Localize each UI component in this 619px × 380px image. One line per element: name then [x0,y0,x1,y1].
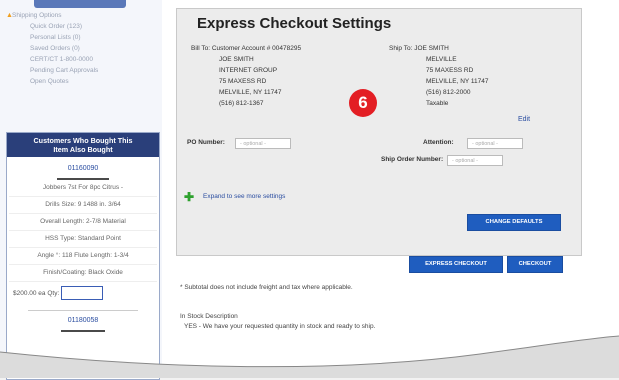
expand-settings-link[interactable]: Expand to see more settings [203,193,285,200]
change-defaults-button[interactable]: CHANGE DEFAULTS [467,214,561,231]
spec-line: Overall Length: 2-7/8 Material [9,214,157,231]
bill-to-block: Bill To: Customer Account # 00478295 [191,43,301,54]
sidebar-item-saved-orders[interactable]: Saved Orders (0) [6,43,158,54]
price-row: $200.00 ea Qty: [7,282,159,304]
sidebar-item-label: Personal Lists (0) [30,34,81,41]
bill-to-city: MELVILLE, NY 11747 [219,89,282,96]
subtotal-note: * Subtotal does not include freight and … [180,284,353,291]
sidebar-item-open-quotes[interactable]: Open Quotes [6,76,158,87]
product-specs: Jobbers 7st For 8pc Citrus - Drills Size… [7,180,159,282]
price: $200.00 ea [13,289,46,297]
bill-to-name: JOE SMITH [219,56,254,63]
product-link-1[interactable]: 01160090 [7,165,159,172]
left-sidebar: ▲ Shipping Options Quick Order (123) Pers… [0,0,162,380]
bill-to-label: Bill To: [191,45,211,52]
page-title: Express Checkout Settings [197,15,392,32]
express-checkout-button[interactable]: EXPRESS CHECKOUT [409,256,503,273]
bill-to-phone: (516) 812-1367 [219,100,264,107]
sidebar-item-personal-lists[interactable]: Personal Lists (0) [6,32,158,43]
spec-line: Angle °: 118 Flute Length: 1-3/4 [9,248,157,265]
in-stock-title: In Stock Description [180,313,238,320]
sidebar-item-quick-order[interactable]: Quick Order (123) [6,21,158,32]
sidebar-top-tab[interactable] [34,0,126,8]
panel-heading: Customers Who Bought This Item Also Boug… [7,133,159,157]
ship-order-number-label: Ship Order Number: [381,156,444,163]
expand-plus-icon[interactable]: ✚ [184,190,194,204]
po-number-label: PO Number: [187,139,225,146]
sidebar-item-pending-approvals[interactable]: Pending Cart Approvals [6,65,158,76]
ship-order-number-input[interactable]: - optional - [447,155,503,166]
ship-to-taxable: Taxable [426,100,449,107]
sidebar-item-cert[interactable]: CERT/CT 1-800-0000 [6,54,158,65]
attention-label: Attention: [423,139,454,146]
page: ▲ Shipping Options Quick Order (123) Pers… [0,0,619,380]
ship-to-label: Ship To: [389,45,413,52]
panel-heading-line1: Customers Who Bought This [33,136,133,145]
qty-label: Qty: [47,289,60,297]
ship-to-name: JOE SMITH [414,45,449,52]
po-number-input[interactable]: - optional - [235,138,291,149]
sidebar-item-shipping-options[interactable]: ▲ Shipping Options [6,10,158,21]
bill-to-company: INTERNET GROUP [219,67,278,74]
sidebar-item-label: Pending Cart Approvals [30,67,99,74]
edit-link[interactable]: Edit [518,116,530,123]
sidebar-item-label: Open Quotes [30,78,69,85]
bill-to-account: Customer Account # 00478295 [211,45,302,52]
page-curl [0,335,619,378]
sidebar-item-label: CERT/CT 1-800-0000 [30,56,93,63]
attention-input[interactable]: - optional - [467,138,523,149]
sidebar-links: ▲ Shipping Options Quick Order (123) Pers… [6,10,158,87]
sidebar-item-label: Shipping Options [12,12,62,19]
ship-to-street: 75 MAXESS RD [426,67,474,74]
spec-line: Finish/Coating: Black Oxide [9,265,157,282]
sidebar-item-label: Saved Orders (0) [30,45,80,52]
ship-to-city: MELVILLE, NY 11747 [426,78,489,85]
quantity-input[interactable] [61,286,104,300]
checkout-button[interactable]: CHECKOUT [507,256,563,273]
product-link-2[interactable]: 01180058 [7,317,159,324]
express-checkout-settings-panel: Express Checkout Settings Bill To: Custo… [176,8,582,256]
sidebar-item-label: Quick Order (123) [30,23,83,30]
in-stock-section: In Stock Description YES - We have your … [180,312,375,332]
ship-to-block: Ship To: JOE SMITH [389,43,449,54]
ship-to-city-name: MELVILLE [426,56,457,63]
step-number-badge: 6 [349,89,377,117]
spec-line: Jobbers 7st For 8pc Citrus - [9,180,157,197]
divider [28,310,138,311]
ship-to-phone: (516) 812-2000 [426,89,471,96]
bill-to-street: 75 MAXESS RD [219,78,267,85]
spec-line: HSS Type: Standard Point [9,231,157,248]
panel-heading-line2: Item Also Bought [53,145,113,154]
spec-line: Drills Size: 9 1488 in. 3/64 [9,197,157,214]
